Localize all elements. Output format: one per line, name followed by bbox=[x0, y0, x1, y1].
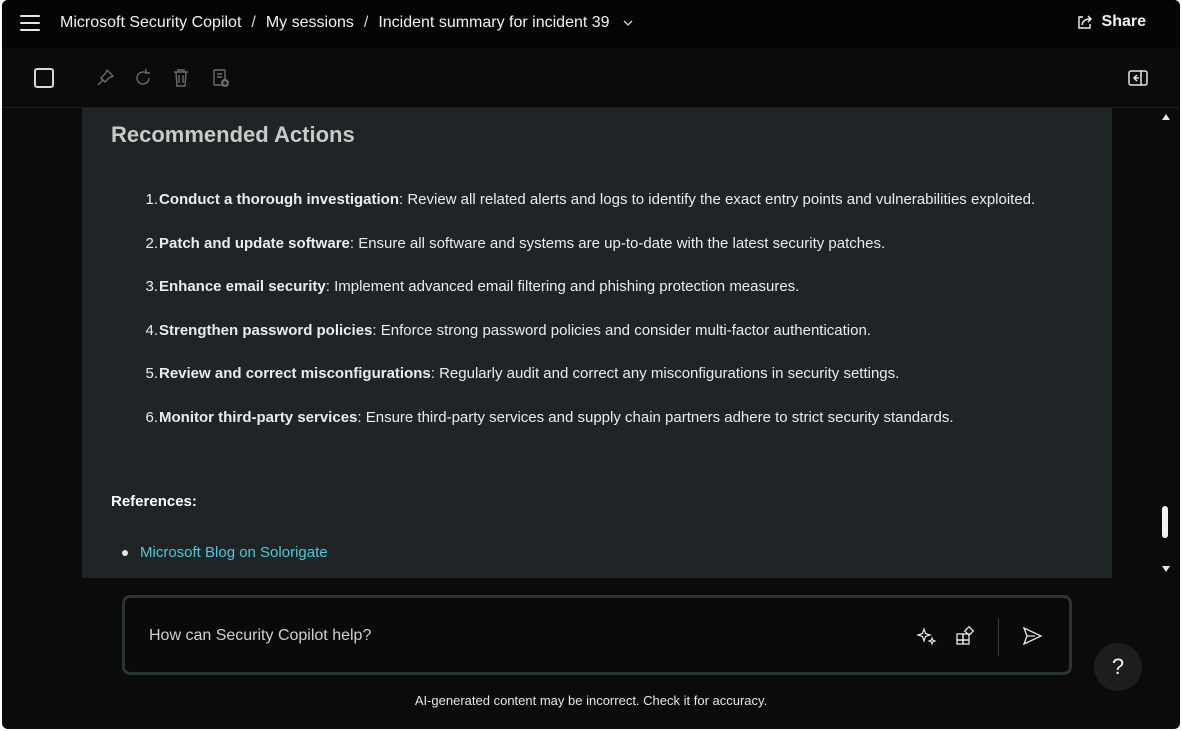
item-title: Strengthen password policies bbox=[159, 321, 373, 339]
list-item: 5. Review and correct misconfigurations: … bbox=[111, 352, 1091, 396]
reference-link[interactable]: Microsoft Blog on Solorigate bbox=[122, 544, 328, 561]
plugins-icon[interactable] bbox=[954, 625, 976, 647]
item-text: : Review all related alerts and logs to … bbox=[399, 191, 1036, 208]
prompt-divider bbox=[998, 618, 999, 656]
item-number: 1. bbox=[145, 191, 158, 208]
item-number: 5. bbox=[145, 365, 158, 382]
item-number: 2. bbox=[145, 234, 158, 252]
session-title[interactable]: Incident summary for incident 39 bbox=[378, 14, 609, 32]
item-number: 3. bbox=[145, 278, 158, 295]
item-number: 6. bbox=[145, 408, 158, 426]
list-item: 3. Enhance email security: Implement adva… bbox=[111, 265, 1091, 309]
response-panel: Recommended Actions 1. Conduct a thorough… bbox=[82, 108, 1112, 578]
chevron-down-icon[interactable] bbox=[622, 17, 634, 29]
item-text: : Enforce strong password policies and c… bbox=[372, 321, 871, 339]
item-text: : Regularly audit and correct any miscon… bbox=[430, 365, 900, 382]
section-heading: Recommended Actions bbox=[111, 122, 355, 147]
ai-disclaimer: AI-generated content may be incorrect. C… bbox=[414, 693, 768, 708]
recommended-actions-list: 1. Conduct a thorough investigation: Revi… bbox=[111, 178, 1091, 439]
top-bar: Microsoft Security Copilot / My sessions… bbox=[2, 0, 1180, 48]
prompt-box bbox=[122, 595, 1072, 675]
item-title: Conduct a thorough investigation bbox=[159, 191, 399, 208]
item-title: Enhance email security bbox=[159, 278, 326, 295]
item-text: : Ensure all software and systems are up… bbox=[349, 234, 886, 252]
breadcrumb: Microsoft Security Copilot / My sessions… bbox=[60, 14, 634, 32]
list-item: 4. Strengthen password policies: Enforce … bbox=[111, 309, 1091, 353]
refresh-icon[interactable] bbox=[131, 66, 155, 90]
breadcrumb-separator: / bbox=[251, 14, 256, 31]
pin-icon[interactable] bbox=[93, 66, 117, 90]
item-title: Review and correct misconfigurations bbox=[159, 365, 431, 382]
menu-icon[interactable] bbox=[20, 15, 40, 31]
sparkle-prompts-icon[interactable] bbox=[916, 625, 938, 647]
list-item: 1. Conduct a thorough investigation: Revi… bbox=[111, 178, 1091, 222]
share-label: Share bbox=[1101, 13, 1146, 30]
share-icon bbox=[1077, 15, 1092, 29]
app-window: Microsoft Security Copilot / My sessions… bbox=[2, 0, 1180, 729]
send-icon[interactable] bbox=[1021, 625, 1043, 647]
help-button[interactable]: ? bbox=[1094, 643, 1142, 691]
collapse-panel-icon[interactable] bbox=[1126, 66, 1150, 90]
item-text: : Ensure third-party services and supply… bbox=[357, 408, 954, 426]
references-label: References: bbox=[111, 493, 197, 510]
export-pinboard-icon[interactable] bbox=[209, 66, 233, 90]
my-sessions-link[interactable]: My sessions bbox=[266, 14, 354, 32]
breadcrumb-separator: / bbox=[363, 14, 369, 31]
scrollbar-thumb[interactable] bbox=[1162, 506, 1168, 538]
item-title: Monitor third-party services bbox=[159, 408, 358, 426]
share-button[interactable]: Share bbox=[1076, 13, 1146, 31]
app-title-link[interactable]: Microsoft Security Copilot bbox=[60, 14, 241, 32]
list-item: 2. Patch and update software: Ensure all … bbox=[111, 222, 1091, 266]
item-title: Patch and update software bbox=[159, 234, 350, 252]
list-item: 6. Monitor third-party services: Ensure t… bbox=[111, 396, 1091, 440]
session-toolbar bbox=[2, 48, 1180, 108]
prompt-input[interactable] bbox=[149, 624, 869, 648]
scroll-down-icon[interactable] bbox=[1162, 565, 1170, 573]
item-text: : Implement advanced email filtering and… bbox=[325, 278, 800, 295]
trash-icon[interactable] bbox=[169, 66, 193, 90]
scroll-up-icon[interactable] bbox=[1162, 113, 1170, 121]
item-number: 4. bbox=[145, 321, 158, 339]
select-all-checkbox-icon[interactable] bbox=[34, 68, 54, 88]
